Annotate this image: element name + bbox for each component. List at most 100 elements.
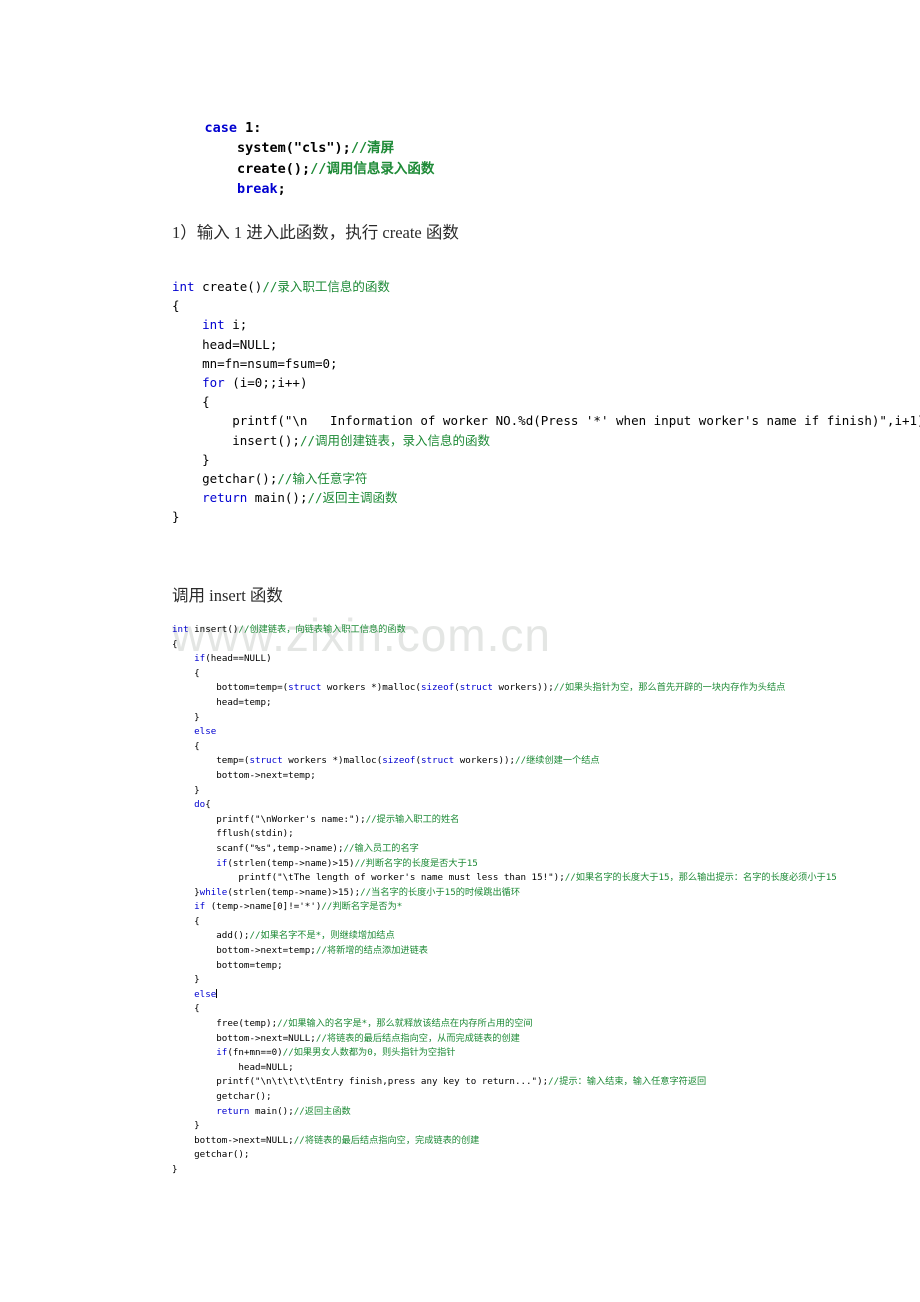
code-token: { xyxy=(172,394,210,410)
code-token: bottom->next=NULL; xyxy=(172,1134,294,1146)
code-token: system("cls"); xyxy=(172,140,351,157)
code-block-create-function: int create()//录入职工信息的函数 { int i; head=NUL… xyxy=(172,277,920,527)
code-line: } xyxy=(172,784,837,799)
code-token: //判断名字是否为* xyxy=(321,901,403,913)
code-token: scanf("%s",temp->name); xyxy=(172,842,344,854)
code-token: //当名字的长度小于15的时候跳出循环 xyxy=(360,886,521,898)
code-token: i; xyxy=(224,317,248,333)
code-token: printf("\nWorker's name:"); xyxy=(172,813,366,825)
code-line: } xyxy=(172,507,920,526)
code-line: system("cls");//清屏 xyxy=(172,138,434,158)
code-token: //输入员工的名字 xyxy=(343,842,419,854)
code-line: } xyxy=(172,973,837,988)
code-token: bottom=temp=( xyxy=(172,682,289,694)
code-token: bottom->next=temp; xyxy=(172,769,316,781)
code-line: { xyxy=(172,296,920,315)
code-line: int create()//录入职工信息的函数 xyxy=(172,277,920,296)
code-token: printf("\tThe length of worker's name mu… xyxy=(172,872,565,884)
code-token: mn=fn=nsum=fsum=0; xyxy=(172,355,338,371)
code-token: head=NULL; xyxy=(172,336,278,352)
code-line: { xyxy=(172,638,837,653)
code-token: else xyxy=(194,988,217,1000)
code-token: else xyxy=(194,726,217,738)
code-token: //如果名字的长度大于15，那么输出提示：名字的长度必须小于15 xyxy=(564,872,837,884)
code-token: } xyxy=(172,784,200,796)
prose-step-one: 1）输入 1 进入此函数，执行 create 函数 xyxy=(172,223,459,242)
code-line: bottom=temp=(struct workers *)malloc(siz… xyxy=(172,681,837,696)
code-token: getchar(); xyxy=(172,1149,250,1161)
code-token: //继续创建一个结点 xyxy=(515,755,600,767)
code-line: { xyxy=(172,915,837,930)
code-token: struct xyxy=(288,682,322,694)
code-token: //如果名字不是*，则继续增加结点 xyxy=(249,930,395,942)
code-line: int i; xyxy=(172,315,920,334)
code-token: } xyxy=(172,1163,178,1175)
code-token: struct xyxy=(420,755,455,767)
code-token: //判断名字的长度是否大于15 xyxy=(354,857,478,869)
code-token: while xyxy=(199,886,228,898)
text-cursor xyxy=(216,988,218,998)
code-token: return xyxy=(202,490,248,506)
code-token: //录入职工信息的函数 xyxy=(262,279,390,294)
code-line: } xyxy=(172,450,920,469)
code-token: if xyxy=(194,653,206,665)
code-token: int xyxy=(202,317,225,333)
code-token: //如果头指针为空，那么首先开辟的一块内存作为头结点 xyxy=(553,682,786,694)
code-line: { xyxy=(172,1002,837,1017)
code-token: { xyxy=(172,298,180,314)
code-line: printf("\tThe length of worker's name mu… xyxy=(172,871,837,886)
code-line: head=NULL; xyxy=(172,335,920,354)
code-token: head=temp; xyxy=(172,696,272,708)
code-token: (fn+mn==0) xyxy=(227,1047,283,1059)
code-token: 1: xyxy=(237,120,262,136)
code-token: { xyxy=(172,667,200,679)
code-token: bottom=temp; xyxy=(172,959,283,971)
code-token: workers)); xyxy=(492,682,554,694)
code-token: } xyxy=(172,509,180,525)
code-line: fflush(stdin); xyxy=(172,827,837,842)
code-line: break; xyxy=(172,179,434,199)
code-line: if (temp->name[0]!='*')//判断名字是否为* xyxy=(172,900,837,915)
code-block-insert-function: int insert()//创建链表，向链表输入职工信息的函数{ if(head… xyxy=(172,623,837,1178)
code-token: //提示输入职工的姓名 xyxy=(365,813,460,825)
code-line: else xyxy=(172,988,837,1003)
prose-call-insert: 调用 insert 函数 xyxy=(172,586,283,605)
code-token: (strlen(temp->name)>15); xyxy=(227,886,361,898)
code-line: free(temp);//如果输入的名字是*，那么就释放该结点在内存所占用的空间 xyxy=(172,1017,837,1032)
code-token: (temp->name[0]!='*') xyxy=(205,901,322,913)
code-line: printf("\nWorker's name:");//提示输入职工的姓名 xyxy=(172,813,837,828)
code-line: bottom->next=NULL;//将链表的最后结点指向空，从而完成链表的创… xyxy=(172,1032,837,1047)
code-line: { xyxy=(172,392,920,411)
code-line: bottom->next=temp; xyxy=(172,769,837,784)
code-token: //返回主调函数 xyxy=(307,490,398,506)
code-line: } xyxy=(172,1119,837,1134)
code-line: printf("\n Information of worker NO.%d(P… xyxy=(172,411,920,430)
code-token: bottom->next=temp; xyxy=(172,945,316,957)
code-line: } xyxy=(172,711,837,726)
code-line: int insert()//创建链表，向链表输入职工信息的函数 xyxy=(172,623,837,638)
code-token: struct xyxy=(249,755,283,767)
code-token: do xyxy=(194,799,206,811)
code-line: if(fn+mn==0)//如果男女人数都为0，则头指针为空指针 xyxy=(172,1046,837,1061)
code-token: create() xyxy=(194,279,263,294)
code-token: ; xyxy=(277,181,286,198)
code-token: workers *)malloc( xyxy=(282,755,383,767)
code-token: int xyxy=(172,279,195,294)
code-line: getchar(); xyxy=(172,1090,837,1105)
code-line: mn=fn=nsum=fsum=0; xyxy=(172,354,920,373)
code-line: return main();//返回主调函数 xyxy=(172,488,920,507)
code-line: if(strlen(temp->name)>15)//判断名字的长度是否大于15 xyxy=(172,857,837,872)
code-token: temp=( xyxy=(172,755,250,767)
code-token: (strlen(temp->name)>15) xyxy=(227,857,355,869)
code-line: getchar(); xyxy=(172,1148,837,1163)
code-line: head=NULL; xyxy=(172,1061,837,1076)
document-page: www.zixin.com.cn case 1: system("cls");/… xyxy=(0,0,920,1302)
